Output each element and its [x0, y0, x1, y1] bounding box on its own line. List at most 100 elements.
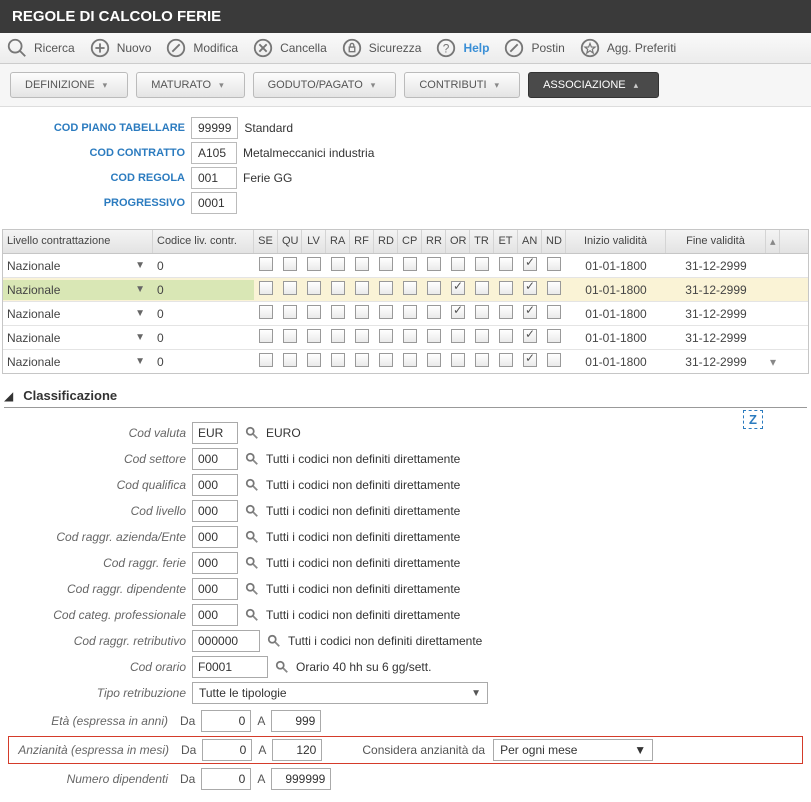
edit-button[interactable]: Modifica — [165, 37, 238, 59]
checkbox[interactable] — [523, 305, 537, 319]
checkbox[interactable] — [355, 329, 369, 343]
checkbox[interactable] — [259, 305, 273, 319]
checkbox[interactable] — [427, 257, 441, 271]
col-tr[interactable]: TR — [470, 230, 494, 253]
checkbox[interactable] — [427, 305, 441, 319]
search-button[interactable]: Ricerca — [6, 37, 75, 59]
checkbox[interactable] — [283, 281, 297, 295]
checkbox[interactable] — [331, 257, 345, 271]
eta-a-input[interactable]: 999 — [271, 710, 321, 732]
checkbox[interactable] — [331, 281, 345, 295]
anz-a-input[interactable]: 120 — [272, 739, 322, 761]
lookup-icon[interactable] — [244, 425, 260, 441]
col-rr[interactable]: RR — [422, 230, 446, 253]
livello-input[interactable]: 000 — [192, 500, 238, 522]
checkbox[interactable] — [547, 353, 561, 367]
col-cp[interactable]: CP — [398, 230, 422, 253]
checkbox[interactable] — [451, 281, 465, 295]
lookup-icon[interactable] — [244, 607, 260, 623]
col-rd[interactable]: RD — [374, 230, 398, 253]
checkbox[interactable] — [523, 329, 537, 343]
checkbox[interactable] — [451, 257, 465, 271]
checkbox[interactable] — [403, 353, 417, 367]
lookup-icon[interactable] — [274, 659, 290, 675]
eta-da-input[interactable]: 0 — [201, 710, 251, 732]
lookup-icon[interactable] — [244, 451, 260, 467]
chevron-down-icon[interactable]: ▼ — [135, 332, 149, 343]
ferie-input[interactable]: 000 — [192, 552, 238, 574]
checkbox[interactable] — [259, 281, 273, 295]
valuta-input[interactable]: EUR — [192, 422, 238, 444]
checkbox[interactable] — [331, 353, 345, 367]
checkbox[interactable] — [475, 329, 489, 343]
checkbox[interactable] — [307, 329, 321, 343]
checkbox[interactable] — [475, 281, 489, 295]
progressivo-input[interactable]: 0001 — [191, 192, 237, 214]
col-ra[interactable]: RA — [326, 230, 350, 253]
section-classificazione[interactable]: ◢ Classificazione — [4, 388, 807, 408]
dip-a-input[interactable]: 999999 — [271, 768, 331, 790]
table-row[interactable]: Nazionale▼001-01-180031-12-2999 — [3, 254, 808, 278]
checkbox[interactable] — [379, 353, 393, 367]
tab-maturato[interactable]: MATURATO▾ — [136, 72, 244, 98]
checkbox[interactable] — [475, 305, 489, 319]
chevron-down-icon[interactable]: ▼ — [135, 356, 149, 367]
checkbox[interactable] — [355, 281, 369, 295]
checkbox[interactable] — [499, 257, 513, 271]
checkbox[interactable] — [259, 353, 273, 367]
azienda-input[interactable]: 000 — [192, 526, 238, 548]
new-button[interactable]: Nuovo — [89, 37, 152, 59]
checkbox[interactable] — [427, 353, 441, 367]
checkbox[interactable] — [547, 305, 561, 319]
checkbox[interactable] — [451, 305, 465, 319]
favorites-button[interactable]: Agg. Preferiti — [579, 37, 676, 59]
col-rf[interactable]: RF — [350, 230, 374, 253]
checkbox[interactable] — [379, 329, 393, 343]
checkbox[interactable] — [427, 329, 441, 343]
tab-associazione[interactable]: ASSOCIAZIONE▴ — [528, 72, 659, 98]
checkbox[interactable] — [307, 281, 321, 295]
anz-da-input[interactable]: 0 — [202, 739, 252, 761]
col-an[interactable]: AN — [518, 230, 542, 253]
checkbox[interactable] — [403, 257, 417, 271]
categ-input[interactable]: 000 — [192, 604, 238, 626]
lookup-icon[interactable] — [266, 633, 282, 649]
checkbox[interactable] — [307, 305, 321, 319]
security-button[interactable]: Sicurezza — [341, 37, 422, 59]
table-row[interactable]: Nazionale▼001-01-180031-12-2999 — [3, 278, 808, 302]
checkbox[interactable] — [403, 281, 417, 295]
lookup-icon[interactable] — [244, 555, 260, 571]
postin-button[interactable]: Postin — [503, 37, 564, 59]
checkbox[interactable] — [283, 257, 297, 271]
col-nd[interactable]: ND — [542, 230, 566, 253]
checkbox[interactable] — [523, 281, 537, 295]
checkbox[interactable] — [499, 353, 513, 367]
col-lv[interactable]: LV — [302, 230, 326, 253]
checkbox[interactable] — [427, 281, 441, 295]
checkbox[interactable] — [355, 257, 369, 271]
checkbox[interactable] — [475, 353, 489, 367]
checkbox[interactable] — [547, 281, 561, 295]
checkbox[interactable] — [379, 305, 393, 319]
checkbox[interactable] — [451, 353, 465, 367]
checkbox[interactable] — [283, 353, 297, 367]
chevron-down-icon[interactable]: ▼ — [135, 260, 149, 271]
col-or[interactable]: OR — [446, 230, 470, 253]
chevron-down-icon[interactable]: ▼ — [135, 284, 149, 295]
checkbox[interactable] — [499, 281, 513, 295]
regola-input[interactable]: 001 — [191, 167, 237, 189]
table-row[interactable]: Nazionale▼001-01-180031-12-2999▾ — [3, 350, 808, 373]
chevron-down-icon[interactable]: ▼ — [135, 308, 149, 319]
scroll-up-icon[interactable]: ▴ — [766, 230, 780, 253]
retrib-input[interactable]: 000000 — [192, 630, 260, 652]
col-codice[interactable]: Codice liv. contr. — [153, 230, 254, 253]
checkbox[interactable] — [331, 305, 345, 319]
lookup-icon[interactable] — [244, 581, 260, 597]
checkbox[interactable] — [403, 305, 417, 319]
checkbox[interactable] — [547, 257, 561, 271]
checkbox[interactable] — [499, 305, 513, 319]
table-row[interactable]: Nazionale▼001-01-180031-12-2999 — [3, 302, 808, 326]
orario-input[interactable]: F0001 — [192, 656, 268, 678]
checkbox[interactable] — [379, 257, 393, 271]
delete-button[interactable]: Cancella — [252, 37, 327, 59]
